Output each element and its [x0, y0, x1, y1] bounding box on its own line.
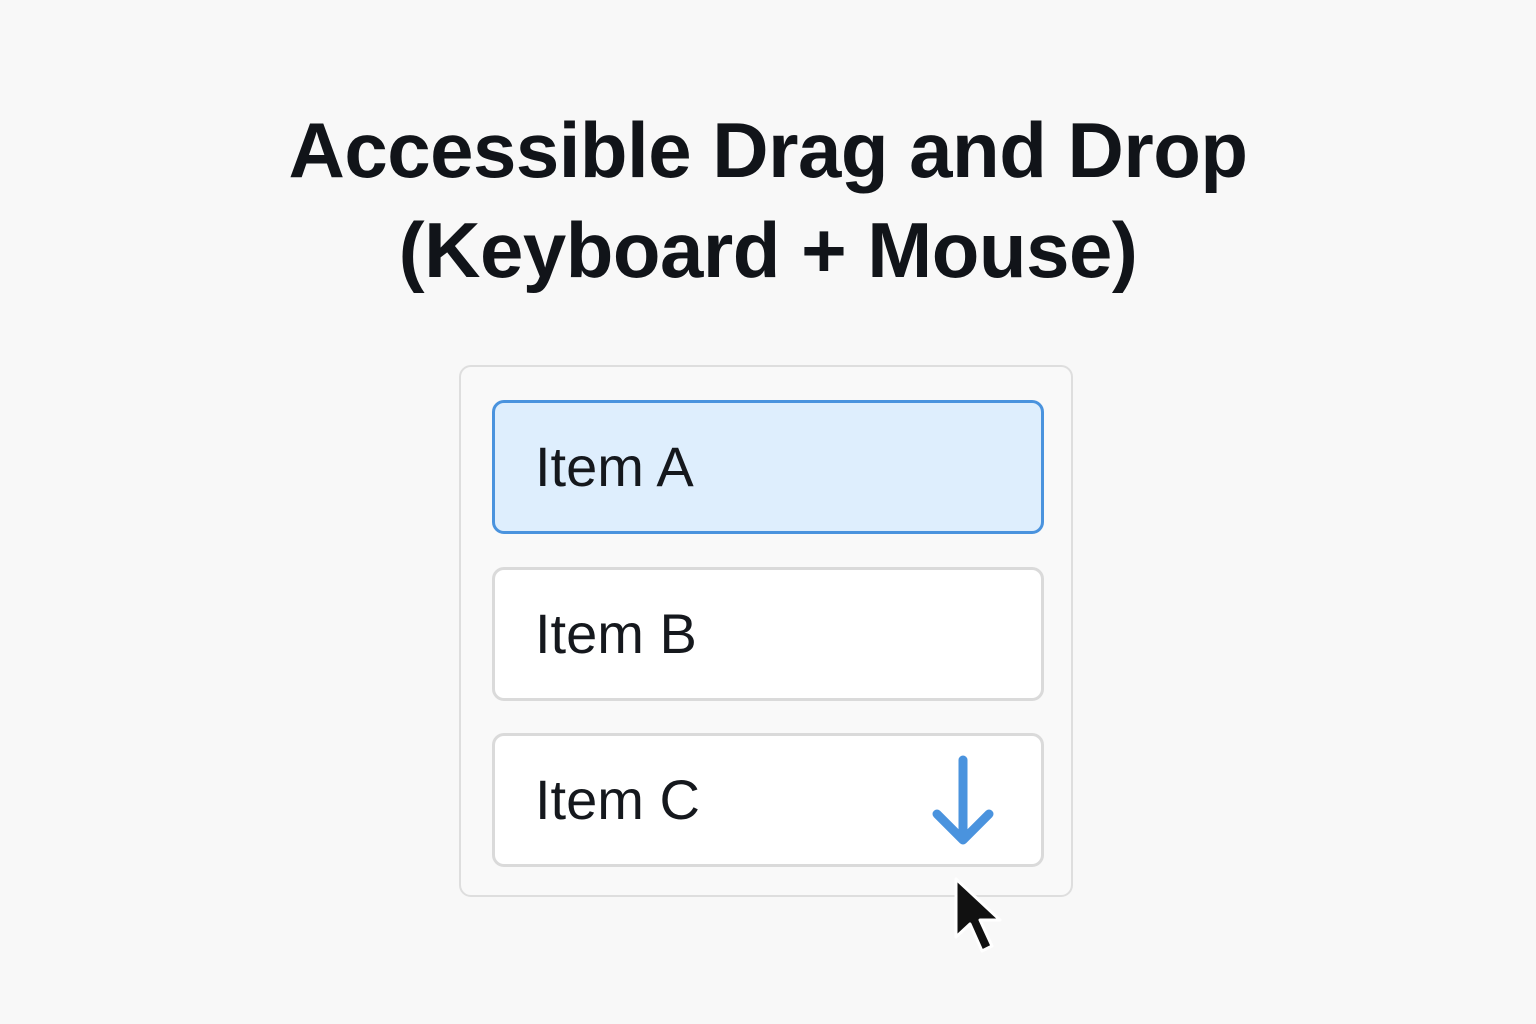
- page-title: Accessible Drag and Drop (Keyboard + Mou…: [0, 100, 1536, 300]
- down-arrow-icon: [932, 755, 994, 845]
- page-title-line-2: (Keyboard + Mouse): [398, 206, 1138, 294]
- list-item-a[interactable]: Item A: [492, 400, 1044, 534]
- page-title-line-1: Accessible Drag and Drop: [288, 106, 1248, 194]
- sortable-list: Item A Item B Item C: [459, 365, 1073, 897]
- list-item-c[interactable]: Item C: [492, 733, 1044, 867]
- page: Accessible Drag and Drop (Keyboard + Mou…: [0, 0, 1536, 1024]
- list-item-label: Item C: [535, 768, 700, 831]
- cursor-icon: [954, 877, 1002, 953]
- list-item-b[interactable]: Item B: [492, 567, 1044, 701]
- list-item-label: Item B: [535, 602, 697, 665]
- list-item-label: Item A: [535, 435, 694, 498]
